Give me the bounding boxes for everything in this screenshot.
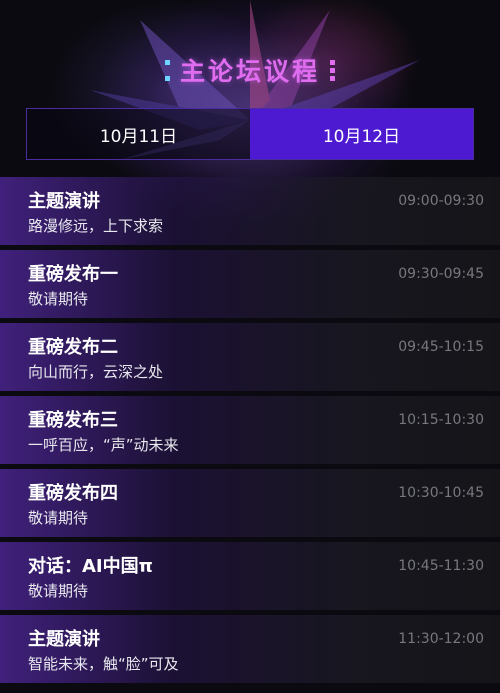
agenda-item[interactable]: 重磅发布二 向山而行，云深之处 09:45-10:15 [0, 323, 500, 391]
agenda-item-time: 09:00-09:30 [398, 193, 484, 209]
agenda-list: 主题演讲 路漫修远，上下求索 09:00-09:30 重磅发布一 敬请期待 09… [0, 177, 500, 688]
agenda-item-title: 重磅发布二 [28, 337, 118, 358]
agenda-item-time: 09:30-09:45 [398, 266, 484, 282]
page-title: 主论坛议程 [179, 57, 320, 86]
agenda-item-time: 11:30-12:00 [398, 631, 484, 647]
tab-oct-11[interactable]: 10月11日 [27, 109, 250, 159]
agenda-item-time: 10:45-11:30 [398, 558, 484, 574]
agenda-item-subtitle: 敬请期待 [28, 582, 89, 600]
agenda-item-time: 09:45-10:15 [398, 339, 484, 355]
agenda-item[interactable]: 重磅发布四 敬请期待 10:30-10:45 [0, 469, 500, 537]
decor-squares-right-icon [330, 59, 335, 81]
agenda-item[interactable]: 主题演讲 路漫修远，上下求索 09:00-09:30 [0, 177, 500, 245]
agenda-item[interactable]: 重磅发布三 一呼百应，“声”动未来 10:15-10:30 [0, 396, 500, 464]
title-row: 主论坛议程 [0, 52, 500, 88]
agenda-item-subtitle: 向山而行，云深之处 [28, 363, 164, 381]
agenda-item[interactable]: 重磅发布一 敬请期待 09:30-09:45 [0, 250, 500, 318]
agenda-item-title: 对话：AI中国π [28, 556, 153, 577]
decor-squares-left-icon [164, 59, 170, 81]
agenda-item-subtitle: 敬请期待 [28, 290, 89, 308]
agenda-item-title: 主题演讲 [28, 629, 100, 650]
agenda-item-subtitle: 智能未来，触“脸”可及 [28, 655, 179, 673]
agenda-item-subtitle: 敬请期待 [28, 509, 89, 527]
agenda-item[interactable]: 主题演讲 智能未来，触“脸”可及 11:30-12:00 [0, 615, 500, 683]
agenda-item-title: 重磅发布一 [28, 264, 118, 285]
agenda-page: 主论坛议程 10月11日 10月12日 主题演讲 路漫修远，上下求索 09:00… [0, 0, 500, 693]
tab-oct-12[interactable]: 10月12日 [250, 109, 473, 159]
agenda-item-time: 10:30-10:45 [398, 485, 484, 501]
agenda-item-title: 主题演讲 [28, 191, 100, 212]
date-tabs: 10月11日 10月12日 [26, 108, 474, 160]
agenda-item[interactable]: 对话：AI中国π 敬请期待 10:45-11:30 [0, 542, 500, 610]
agenda-item-subtitle: 一呼百应，“声”动未来 [28, 436, 179, 454]
agenda-item-title: 重磅发布三 [28, 410, 118, 431]
agenda-item-title: 重磅发布四 [28, 483, 118, 504]
agenda-item-subtitle: 路漫修远，上下求索 [28, 217, 164, 235]
hero-banner: 主论坛议程 10月11日 10月12日 [0, 0, 500, 180]
agenda-item-time: 10:15-10:30 [398, 412, 484, 428]
